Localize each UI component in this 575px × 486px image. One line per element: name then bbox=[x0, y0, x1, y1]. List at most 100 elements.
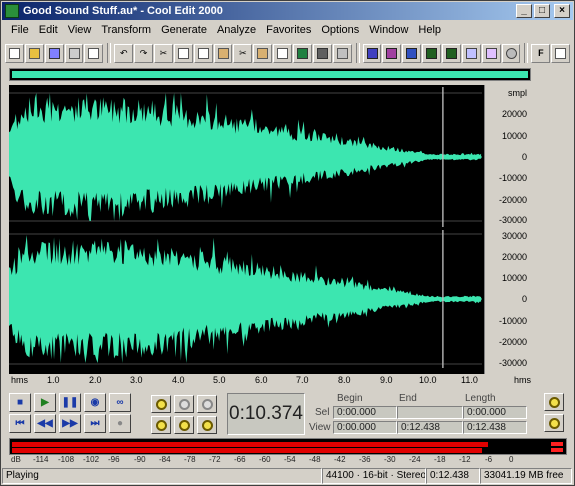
record-button[interactable]: ● bbox=[109, 414, 131, 433]
undo-button[interactable]: ↶ bbox=[114, 43, 134, 63]
zoom-in-button[interactable] bbox=[151, 395, 171, 413]
view-label: View bbox=[309, 422, 331, 433]
view-length-field[interactable]: 0:12.438 bbox=[463, 421, 527, 434]
go-to-start-button[interactable]: ⏮ bbox=[9, 414, 31, 433]
level-meter bbox=[9, 438, 567, 455]
menu-window[interactable]: Window bbox=[364, 24, 413, 36]
sel-end-field[interactable] bbox=[397, 406, 463, 419]
save-file-button[interactable] bbox=[44, 43, 64, 63]
play-button[interactable]: ▶ bbox=[34, 393, 56, 412]
zoom-controls bbox=[151, 395, 221, 435]
view-begin-field[interactable]: 0:00.000 bbox=[333, 421, 397, 434]
spectrum-button[interactable] bbox=[402, 43, 422, 63]
undo-icon: ↶ bbox=[119, 47, 128, 58]
menu-options[interactable]: Options bbox=[316, 24, 364, 36]
scale-unit: smpl bbox=[507, 88, 527, 98]
menu-favorites[interactable]: Favorites bbox=[261, 24, 316, 36]
scale-ch1-5: -30000 bbox=[498, 215, 527, 225]
open-file-button[interactable] bbox=[24, 43, 44, 63]
meter-tick: -36 bbox=[359, 455, 371, 464]
view-end-field[interactable]: 0:12.438 bbox=[397, 421, 463, 434]
maximize-button[interactable]: □ bbox=[534, 4, 550, 18]
settings-button[interactable] bbox=[332, 43, 352, 63]
level-meter-left bbox=[12, 442, 488, 447]
trim-button[interactable]: ✂ bbox=[154, 43, 173, 63]
level-meter-scale: dB -114 -108 -102 -96 -90 -84 -78 -72 -6… bbox=[9, 455, 567, 465]
mix-paste-button[interactable] bbox=[273, 43, 293, 63]
meter-tick: -72 bbox=[209, 455, 221, 464]
frequency-view-button[interactable] bbox=[382, 43, 402, 63]
cut-waveform-button[interactable] bbox=[84, 43, 104, 63]
zoom-left-icon bbox=[155, 419, 167, 431]
document-button[interactable] bbox=[461, 43, 481, 63]
paste-new-button[interactable] bbox=[253, 43, 273, 63]
new-file-icon bbox=[8, 47, 20, 59]
paste-button[interactable] bbox=[213, 43, 233, 63]
meter-tick: -66 bbox=[234, 455, 246, 464]
sel-begin-field[interactable]: 0:00.000 bbox=[333, 406, 397, 419]
menu-help[interactable]: Help bbox=[413, 24, 446, 36]
zoom-right-button[interactable] bbox=[174, 416, 194, 434]
new-file-button[interactable] bbox=[5, 43, 24, 63]
clipboard-button[interactable] bbox=[312, 43, 332, 63]
zoom-right-icon bbox=[178, 419, 190, 431]
minimize-button[interactable]: _ bbox=[516, 4, 532, 18]
spectrum-icon bbox=[406, 47, 418, 59]
spectral-view-button[interactable] bbox=[293, 43, 312, 63]
meter-tick: -114 bbox=[33, 455, 49, 464]
waveform-display[interactable]: smpl 20000 10000 0 -10000 -20000 -30000 … bbox=[9, 85, 531, 374]
menu-edit[interactable]: Edit bbox=[34, 24, 63, 36]
menu-generate[interactable]: Generate bbox=[156, 24, 212, 36]
menu-bar: File Edit View Transform Generate Analyz… bbox=[2, 21, 573, 39]
toolbar-separator bbox=[524, 43, 529, 63]
grid-icon bbox=[445, 47, 457, 59]
waveform-view-icon bbox=[366, 47, 378, 59]
meter-tick: -54 bbox=[284, 455, 296, 464]
stop-button[interactable]: ■ bbox=[9, 393, 31, 412]
grid-button[interactable] bbox=[422, 43, 442, 63]
go-to-end-button[interactable]: ⏭ bbox=[84, 414, 106, 433]
time-ruler[interactable]: hms 1.0 2.0 3.0 4.0 5.0 6.0 7.0 8.0 9.0 … bbox=[9, 374, 531, 388]
scale-ch1-4: -20000 bbox=[498, 195, 527, 205]
ruler-tick: 9.0 bbox=[380, 375, 393, 385]
scale-ch1-1: 10000 bbox=[501, 131, 527, 141]
properties-button[interactable] bbox=[481, 43, 501, 63]
cut-button[interactable]: ✂ bbox=[233, 43, 253, 63]
meter-tick: -102 bbox=[83, 455, 100, 464]
list-button[interactable] bbox=[551, 43, 571, 63]
redo-button[interactable]: ↷ bbox=[134, 43, 153, 63]
copy-button[interactable] bbox=[173, 43, 193, 63]
meter-tick: -78 bbox=[184, 455, 196, 464]
waveform-view-button[interactable] bbox=[362, 43, 382, 63]
zoom-selection-button[interactable] bbox=[197, 416, 217, 434]
sel-length-field[interactable]: 0:00.000 bbox=[463, 406, 527, 419]
close-button[interactable]: × bbox=[554, 4, 570, 18]
sel-label: Sel bbox=[315, 407, 330, 418]
channel-left-waveform[interactable] bbox=[9, 87, 482, 227]
grid2-button[interactable] bbox=[442, 43, 461, 63]
fast-forward-button[interactable]: ▶▶ bbox=[59, 414, 81, 433]
rewind-button[interactable]: ◀◀ bbox=[34, 414, 56, 433]
vertical-zoom-out-button[interactable] bbox=[544, 393, 564, 411]
overview-bar[interactable] bbox=[9, 68, 531, 81]
play-to-end-button[interactable]: ◉ bbox=[84, 393, 106, 412]
loop-button[interactable]: ∞ bbox=[109, 393, 131, 412]
channel-right-waveform[interactable] bbox=[9, 230, 482, 368]
copy-new-button[interactable] bbox=[193, 43, 213, 63]
grid-icon bbox=[426, 47, 438, 59]
zoom-full-button[interactable] bbox=[197, 395, 217, 413]
menu-transform[interactable]: Transform bbox=[96, 24, 156, 36]
zoom-out-button[interactable] bbox=[174, 395, 194, 413]
mix-paste-icon bbox=[277, 47, 289, 59]
menu-analyze[interactable]: Analyze bbox=[212, 24, 261, 36]
pause-button[interactable]: ❚❚ bbox=[59, 393, 81, 412]
waveform-icon bbox=[88, 47, 100, 59]
menu-file[interactable]: File bbox=[6, 24, 34, 36]
main-window: Good Sound Stuff.au* - Cool Edit 2000 _ … bbox=[0, 0, 575, 486]
cd-button[interactable] bbox=[501, 43, 521, 63]
zoom-left-button[interactable] bbox=[151, 416, 171, 434]
menu-view[interactable]: View bbox=[63, 24, 97, 36]
vertical-zoom-in-button[interactable] bbox=[544, 414, 564, 432]
favorites-button[interactable]: F bbox=[531, 43, 551, 63]
close-file-button[interactable] bbox=[64, 43, 84, 63]
